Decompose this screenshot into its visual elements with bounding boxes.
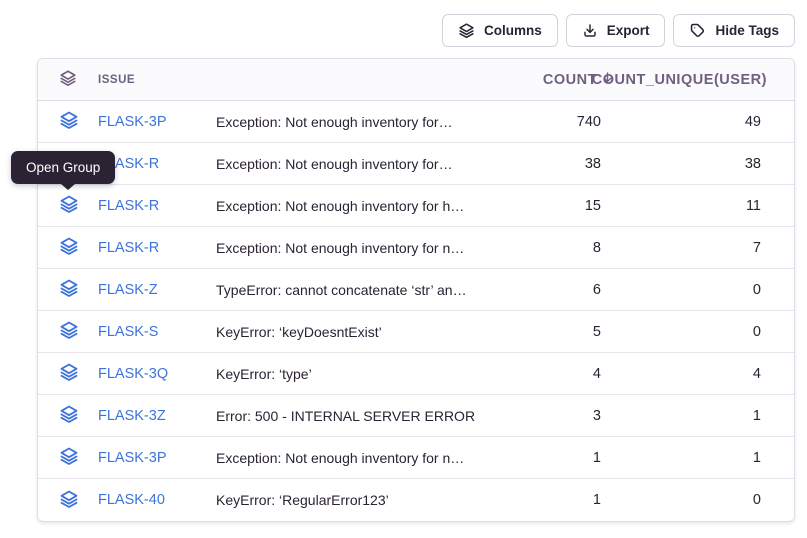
issue-title: Exception: Not enough inventory for… xyxy=(216,156,489,172)
issue-title: Error: 500 - INTERNAL SERVER ERROR xyxy=(216,408,489,424)
count-unique-value: 0 xyxy=(629,282,794,298)
table-row: FLASK-3P Exception: Not enough inventory… xyxy=(38,101,794,143)
results-table: ISSUE COUNT COUNT_UNIQUE(USER) xyxy=(37,58,795,522)
issue-title: KeyError: ‘type’ xyxy=(216,366,489,382)
count-value: 8 xyxy=(489,240,629,256)
count-unique-value: 49 xyxy=(629,114,794,130)
issue-title: Exception: Not enough inventory for… xyxy=(216,114,489,130)
issue-title: KeyError: ‘keyDoesntExist’ xyxy=(216,324,489,340)
count-unique-value: 4 xyxy=(629,366,794,382)
stack-icon xyxy=(458,22,475,39)
issue-link[interactable]: FLASK-3Z xyxy=(98,408,166,424)
open-group-button[interactable] xyxy=(59,110,79,133)
count-unique-value: 11 xyxy=(629,198,794,214)
hide-tags-button[interactable]: Hide Tags xyxy=(673,14,795,47)
table-row: FLASK-R Exception: Not enough inventory … xyxy=(38,185,794,227)
issue-title: Exception: Not enough inventory for n… xyxy=(216,240,489,256)
header-issue: ISSUE xyxy=(98,74,216,86)
open-group-button[interactable] xyxy=(59,236,79,259)
table-row: FLASK-3P Exception: Not enough inventory… xyxy=(38,437,794,479)
open-group-tooltip: Open Group xyxy=(11,151,115,184)
table-row: FLASK-R Exception: Not enough inventory … xyxy=(38,143,794,185)
open-group-button[interactable] xyxy=(59,489,79,512)
count-unique-value: 1 xyxy=(629,408,794,424)
stack-icon xyxy=(59,69,77,90)
table-row: FLASK-R Exception: Not enough inventory … xyxy=(38,227,794,269)
stack-icon xyxy=(59,194,79,217)
count-unique-value: 1 xyxy=(629,450,794,466)
issue-link[interactable]: FLASK-3P xyxy=(98,450,167,466)
open-group-button[interactable] xyxy=(59,278,79,301)
columns-button-label: Columns xyxy=(484,24,542,38)
hide-tags-button-label: Hide Tags xyxy=(715,24,779,38)
issue-title: Exception: Not enough inventory for h… xyxy=(216,198,489,214)
count-value: 3 xyxy=(489,408,629,424)
open-group-button[interactable] xyxy=(59,404,79,427)
toolbar: Columns Export Hide Tags xyxy=(37,14,795,47)
issue-title: KeyError: ‘RegularError123’ xyxy=(216,492,489,508)
download-icon xyxy=(582,23,598,39)
stack-icon xyxy=(59,236,79,259)
issue-link[interactable]: FLASK-S xyxy=(98,324,158,340)
stack-icon xyxy=(59,404,79,427)
count-value: 1 xyxy=(489,492,629,508)
count-value: 5 xyxy=(489,324,629,340)
table-header-row: ISSUE COUNT COUNT_UNIQUE(USER) xyxy=(38,59,794,101)
table-row: FLASK-S KeyError: ‘keyDoesntExist’ 5 0 xyxy=(38,311,794,353)
issue-link[interactable]: FLASK-3Q xyxy=(98,366,168,382)
issue-link[interactable]: FLASK-40 xyxy=(98,492,165,508)
count-value: 15 xyxy=(489,198,629,214)
header-count-unique[interactable]: COUNT_UNIQUE(USER) xyxy=(629,72,794,88)
stack-icon xyxy=(59,110,79,133)
count-unique-value: 0 xyxy=(629,492,794,508)
count-value: 1 xyxy=(489,450,629,466)
count-value: 4 xyxy=(489,366,629,382)
issue-link[interactable]: FLASK-3P xyxy=(98,114,167,130)
count-value: 740 xyxy=(489,114,629,130)
issue-link[interactable]: FLASK-R xyxy=(98,240,159,256)
count-unique-value: 38 xyxy=(629,156,794,172)
issue-title: TypeError: cannot concatenate ‘str’ an… xyxy=(216,282,489,298)
issue-title: Exception: Not enough inventory for n… xyxy=(216,450,489,466)
table-row: FLASK-3Z Error: 500 - INTERNAL SERVER ER… xyxy=(38,395,794,437)
tag-icon xyxy=(689,22,706,39)
header-issue-icon-cell xyxy=(58,69,98,90)
open-group-button[interactable] xyxy=(59,194,79,217)
columns-button[interactable]: Columns xyxy=(442,14,558,47)
open-group-tooltip-label: Open Group xyxy=(26,160,100,175)
count-unique-value: 7 xyxy=(629,240,794,256)
table-row: FLASK-3Q KeyError: ‘type’ 4 4 xyxy=(38,353,794,395)
stack-icon xyxy=(59,362,79,385)
stack-icon xyxy=(59,446,79,469)
table-row: FLASK-Z TypeError: cannot concatenate ‘s… xyxy=(38,269,794,311)
count-unique-value: 0 xyxy=(629,324,794,340)
table-row: FLASK-40 KeyError: ‘RegularError123’ 1 0 xyxy=(38,479,794,521)
stack-icon xyxy=(59,489,79,512)
discover-results-page: Columns Export Hide Tags xyxy=(0,0,807,538)
header-count-label: COUNT xyxy=(543,72,597,88)
stack-icon xyxy=(59,320,79,343)
export-button[interactable]: Export xyxy=(566,14,666,47)
count-value: 38 xyxy=(489,156,629,172)
stack-icon xyxy=(59,278,79,301)
issue-link[interactable]: FLASK-R xyxy=(98,198,159,214)
issue-link[interactable]: FLASK-Z xyxy=(98,282,158,298)
open-group-button[interactable] xyxy=(59,362,79,385)
open-group-button[interactable] xyxy=(59,320,79,343)
table-body: FLASK-3P Exception: Not enough inventory… xyxy=(38,101,794,521)
export-button-label: Export xyxy=(607,24,650,38)
count-value: 6 xyxy=(489,282,629,298)
open-group-button[interactable] xyxy=(59,446,79,469)
